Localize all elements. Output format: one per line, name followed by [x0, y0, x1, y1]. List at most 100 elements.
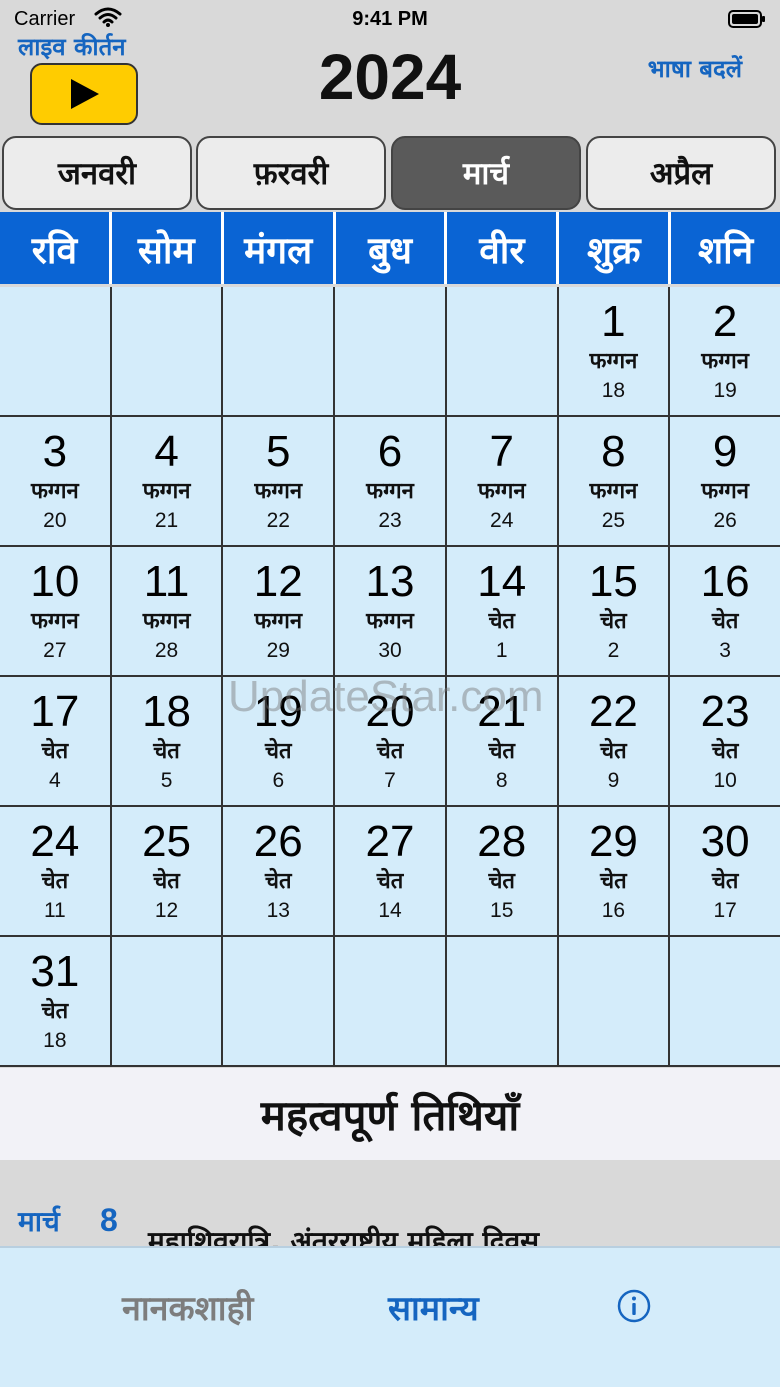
nanakshahi-date: 19 [713, 379, 737, 402]
calendar-day-cell[interactable]: 5 फग्गन 22 [223, 417, 334, 545]
calendar-day-cell[interactable]: 24 चेत 11 [0, 807, 110, 935]
nanakshahi-month: फग्गन [30, 609, 79, 634]
nanakshahi-month: फग्गन [30, 479, 79, 504]
nanakshahi-date: 14 [378, 899, 402, 922]
calendar-day-cell[interactable]: 7 फग्गन 24 [446, 417, 557, 545]
nanakshahi-date: 13 [266, 899, 290, 922]
month-tabs: जनवरी फ़रवरी मार्च अप्रैल [0, 136, 780, 212]
tab-general[interactable]: सामान्य [388, 1284, 479, 1330]
day-number: 1 [601, 297, 626, 346]
day-number: 30 [700, 817, 750, 866]
nanakshahi-month: चेत [376, 739, 404, 764]
calendar-day-cell[interactable]: 9 फग्गन 26 [670, 417, 780, 545]
nanakshahi-date: 18 [601, 379, 626, 402]
calendar-day-cell[interactable]: 23 चेत 10 [670, 677, 780, 805]
nanakshahi-month: फग्गन [477, 479, 526, 504]
nanakshahi-date: 22 [266, 509, 290, 532]
calendar-day-cell[interactable]: 28 चेत 15 [446, 807, 557, 935]
nanakshahi-month: चेत [153, 739, 180, 764]
nanakshahi-month: चेत [265, 869, 292, 894]
nanakshahi-date: 20 [43, 509, 67, 532]
day-number: 23 [700, 687, 750, 736]
day-number: 28 [477, 817, 527, 866]
nanakshahi-month: फग्गन [589, 349, 638, 374]
calendar-day-cell[interactable]: 20 चेत 7 [335, 677, 445, 805]
nanakshahi-month: चेत [488, 869, 515, 894]
calendar-day-cell[interactable]: 18 चेत 5 [111, 677, 222, 805]
nanakshahi-month: फग्गन [254, 479, 303, 504]
month-tab[interactable]: फ़रवरी [196, 136, 386, 210]
calendar-empty-cell [223, 287, 334, 415]
calendar-day-cell[interactable]: 8 फग्गन 25 [558, 417, 669, 545]
calendar-day-cell[interactable]: 31 चेत 18 [0, 937, 110, 1065]
calendar-day-cell[interactable]: 15 चेत 2 [558, 547, 669, 675]
day-number: 19 [253, 687, 303, 736]
day-number: 8 [601, 427, 626, 476]
nanakshahi-date: 27 [43, 639, 67, 662]
day-number: 15 [588, 557, 638, 606]
day-number: 5 [266, 427, 291, 476]
weekday-header: रवि सोम मंगल बुध वीर शुक्र शनि [0, 212, 780, 284]
info-icon[interactable] [616, 1288, 652, 1324]
battery-icon [728, 10, 765, 28]
nanakshahi-month: फग्गन [589, 479, 638, 504]
weekday-label: सोम [112, 212, 224, 284]
nanakshahi-date: 23 [378, 509, 402, 532]
calendar-day-cell[interactable]: 22 चेत 9 [558, 677, 669, 805]
nanakshahi-month: चेत [265, 739, 292, 764]
day-number: 11 [143, 557, 190, 606]
change-language-button[interactable]: भाषा बदलें [648, 52, 742, 85]
calendar-day-cell[interactable]: 21 चेत 8 [446, 677, 557, 805]
calendar-day-cell[interactable]: 6 फग्गन 23 [335, 417, 445, 545]
calendar-day-cell[interactable]: 11 फग्गन 28 [111, 547, 222, 675]
calendar-day-cell[interactable]: 3 फग्गन 20 [0, 417, 110, 545]
month-tab[interactable]: मार्च [391, 136, 581, 210]
nanakshahi-date: 17 [713, 899, 737, 922]
calendar-empty-cell [223, 937, 334, 1065]
month-tab[interactable]: जनवरी [2, 136, 192, 210]
calendar-day-cell[interactable]: 30 चेत 17 [670, 807, 780, 935]
nanakshahi-month: चेत [600, 869, 627, 894]
calendar-day-cell[interactable]: 19 चेत 6 [223, 677, 334, 805]
calendar-day-cell[interactable]: 16 चेत 3 [670, 547, 780, 675]
clock: 9:41 PM [352, 8, 428, 30]
nanakshahi-date: 5 [160, 769, 173, 792]
calendar-day-cell[interactable]: 13 फग्गन 30 [335, 547, 445, 675]
nanakshahi-date: 18 [43, 1029, 67, 1052]
calendar-day-cell[interactable]: 17 चेत 4 [0, 677, 110, 805]
calendar-day-cell[interactable]: 12 फग्गन 29 [223, 547, 334, 675]
day-number: 13 [365, 557, 415, 606]
tab-nanakshahi[interactable]: नानकशाही [122, 1284, 253, 1330]
day-number: 31 [30, 947, 80, 996]
calendar-day-cell[interactable]: 1 फग्गन 18 [558, 287, 669, 415]
calendar-day-cell[interactable]: 26 चेत 13 [223, 807, 334, 935]
day-number: 4 [154, 427, 179, 476]
day-number: 12 [253, 557, 303, 606]
event-month: मार्च [18, 1205, 60, 1238]
calendar-day-cell[interactable]: 4 फग्गन 21 [111, 417, 222, 545]
calendar-day-cell[interactable]: 29 चेत 16 [558, 807, 669, 935]
day-number: 24 [30, 817, 80, 866]
day-number: 6 [377, 427, 403, 476]
weekday-label: मंगल [224, 212, 336, 284]
weekday-label: बुध [336, 212, 448, 284]
calendar-empty-cell [111, 287, 222, 415]
nanakshahi-date: 8 [495, 769, 508, 792]
calendar-empty-cell [446, 287, 557, 415]
calendar-day-cell[interactable]: 27 चेत 14 [335, 807, 445, 935]
calendar-day-cell[interactable]: 25 चेत 12 [111, 807, 222, 935]
nanakshahi-date: 26 [713, 509, 737, 532]
nanakshahi-date: 25 [601, 509, 626, 532]
event-list: मार्च 8 महाशिवरात्रि, अंतरराष्ट्रीय महिल… [0, 1160, 780, 1250]
weekday-label: रवि [0, 212, 112, 284]
calendar-day-cell[interactable]: 10 फग्गन 27 [0, 547, 110, 675]
event-day: 8 [100, 1202, 118, 1238]
nanakshahi-date: 7 [384, 769, 396, 792]
month-tab[interactable]: अप्रैल [586, 136, 776, 210]
calendar-day-cell[interactable]: 14 चेत 1 [446, 547, 557, 675]
nanakshahi-month: चेत [711, 739, 739, 764]
nanakshahi-date: 12 [154, 899, 179, 922]
nanakshahi-date: 16 [601, 899, 626, 922]
day-number: 10 [30, 557, 80, 606]
calendar-day-cell[interactable]: 2 फग्गन 19 [670, 287, 780, 415]
